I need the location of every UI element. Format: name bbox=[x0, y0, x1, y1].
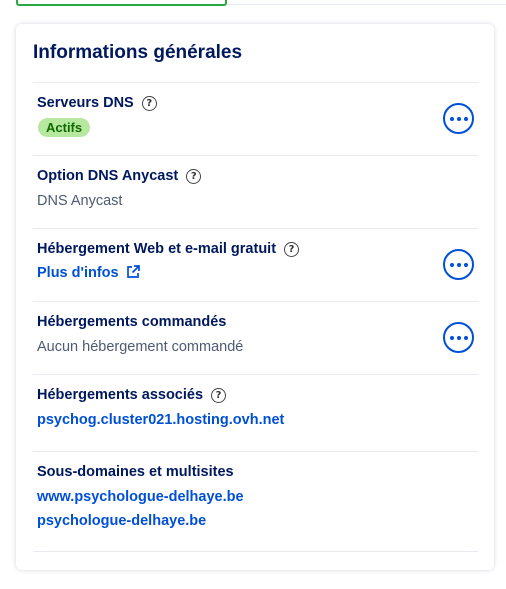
section-anycast: Option DNS Anycast ? DNS Anycast bbox=[33, 155, 478, 228]
ellipsis-icon bbox=[449, 116, 454, 121]
subdomain-link[interactable]: www.psychologue-delhaye.be bbox=[37, 489, 244, 505]
subdomains-label: Sous-domaines et multisites bbox=[37, 464, 234, 480]
free-hosting-label: Hébergement Web et e-mail gratuit bbox=[37, 241, 277, 257]
ordered-hosting-label: Hébergements commandés bbox=[37, 314, 227, 330]
section-dns-servers: Serveurs DNS ? Actifs bbox=[33, 82, 478, 155]
ellipsis-icon bbox=[449, 262, 454, 267]
ordered-hosting-more-button[interactable] bbox=[443, 322, 474, 353]
dns-servers-more-button[interactable] bbox=[443, 103, 474, 134]
free-hosting-more-button[interactable] bbox=[443, 249, 474, 280]
dns-servers-label: Serveurs DNS bbox=[37, 95, 134, 111]
section-subdomains: Sous-domaines et multisites www.psycholo… bbox=[33, 451, 478, 552]
anycast-value: DNS Anycast bbox=[37, 193, 123, 209]
section-ordered-hosting: Hébergements commandés Aucun hébergement… bbox=[33, 301, 478, 374]
tab-divider bbox=[227, 4, 506, 5]
card-title: Informations générales bbox=[33, 42, 243, 63]
help-icon[interactable]: ? bbox=[284, 241, 300, 257]
ordered-hosting-value: Aucun hébergement commandé bbox=[37, 339, 244, 355]
previous-tab-outline bbox=[16, 0, 227, 6]
more-info-link[interactable]: Plus d'infos bbox=[37, 265, 141, 281]
anycast-label: Option DNS Anycast bbox=[37, 168, 179, 184]
subdomain-link[interactable]: psychologue-delhaye.be bbox=[37, 513, 206, 529]
help-icon[interactable]: ? bbox=[141, 95, 157, 111]
help-icon[interactable]: ? bbox=[211, 387, 227, 403]
associated-hosting-link[interactable]: psychog.cluster021.hosting.ovh.net bbox=[37, 412, 284, 428]
section-free-hosting: Hébergement Web et e-mail gratuit ? Plus… bbox=[33, 228, 478, 301]
general-info-card: Informations générales Serveurs DNS ? Ac… bbox=[16, 24, 494, 570]
section-associated-hosting: Hébergements associés ? psychog.cluster0… bbox=[33, 374, 478, 451]
status-badge: Actifs bbox=[38, 118, 91, 137]
associated-hosting-label: Hébergements associés bbox=[37, 387, 204, 403]
external-link-icon bbox=[126, 265, 140, 278]
help-icon[interactable]: ? bbox=[186, 168, 202, 184]
ellipsis-icon bbox=[449, 335, 454, 340]
